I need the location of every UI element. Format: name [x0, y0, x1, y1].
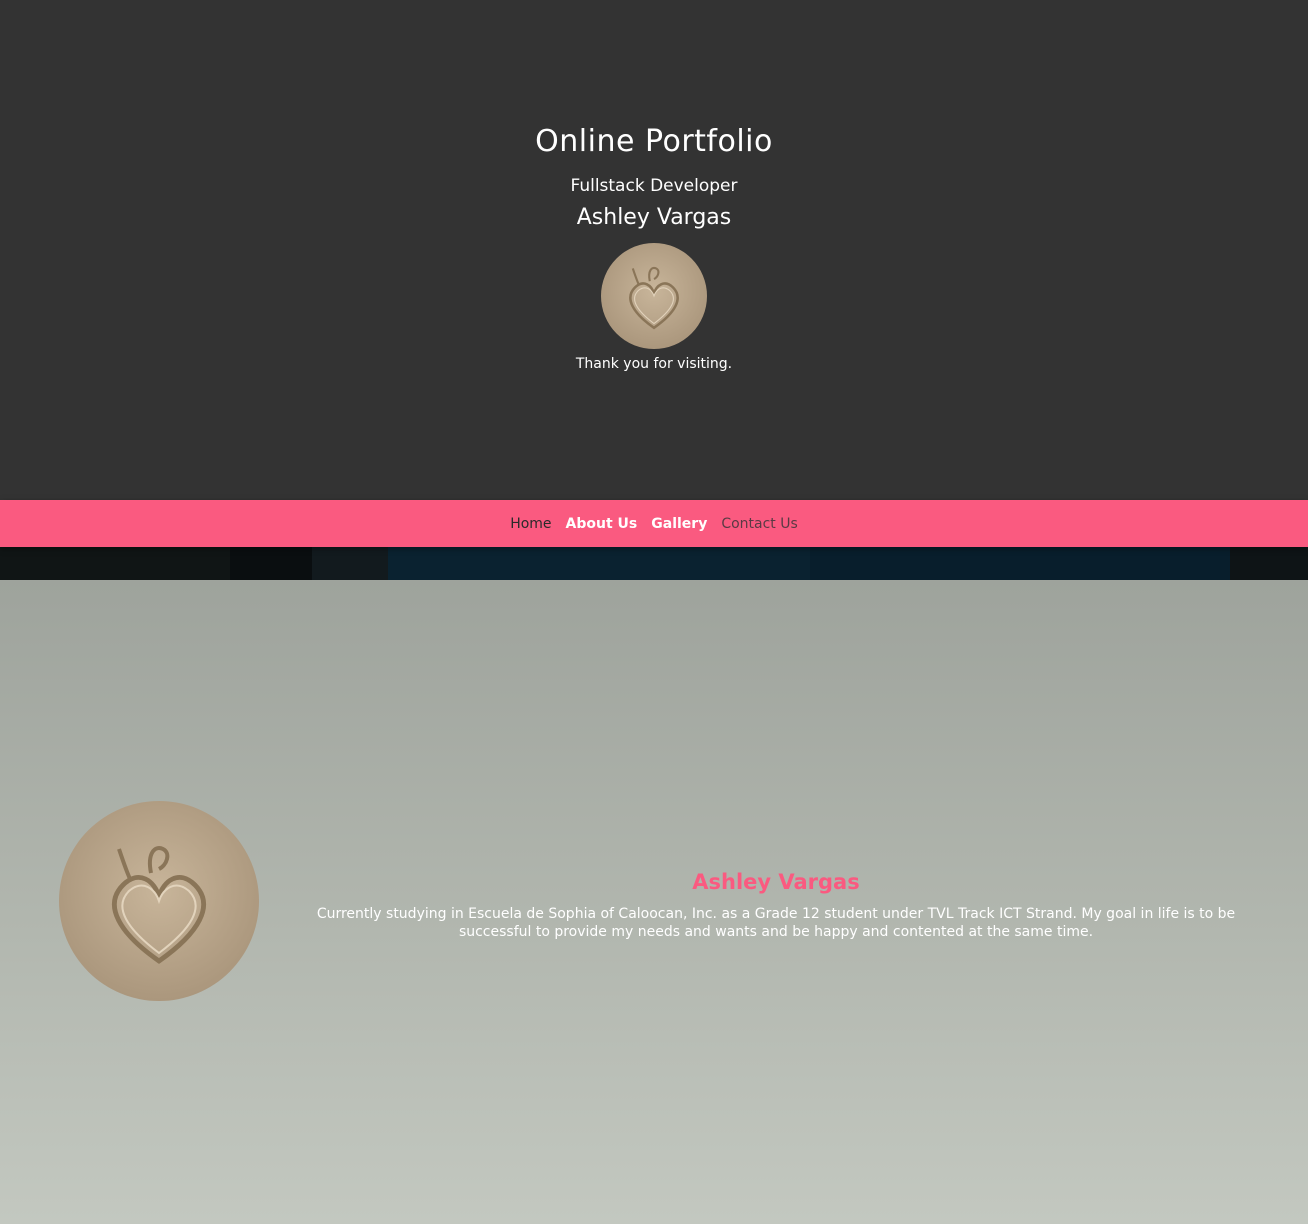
about-section: Ashley Vargas Currently studying in Escu… [0, 580, 1308, 1224]
page-title: Online Portfolio [535, 124, 773, 159]
sand-heart-image [59, 801, 259, 1001]
nav-about-link[interactable]: About Us [566, 516, 638, 532]
nav-gallery-link[interactable]: Gallery [651, 516, 707, 532]
sand-heart-image [601, 243, 707, 349]
strip-block [810, 547, 1230, 580]
thanks-message: Thank you for visiting. [575, 356, 733, 372]
strip-block [0, 547, 230, 580]
about-name: Ashley Vargas [692, 870, 860, 894]
decorative-strip [0, 547, 1308, 580]
hero-section: Online Portfolio Fullstack Developer Ash… [0, 0, 1308, 500]
about-description: Currently studying in Escuela de Sophia … [316, 906, 1236, 940]
hero-avatar [601, 243, 707, 349]
main-navbar: Home About Us Gallery Contact Us [0, 500, 1308, 547]
nav-home-link[interactable]: Home [510, 516, 551, 532]
strip-block [230, 547, 312, 580]
strip-block [312, 547, 388, 580]
strip-block [1230, 547, 1308, 580]
nav-contact-link[interactable]: Contact Us [721, 516, 797, 532]
job-title: Fullstack Developer [570, 176, 738, 196]
hero-name: Ashley Vargas [576, 205, 732, 230]
strip-block [388, 547, 810, 580]
about-avatar [59, 801, 259, 1001]
